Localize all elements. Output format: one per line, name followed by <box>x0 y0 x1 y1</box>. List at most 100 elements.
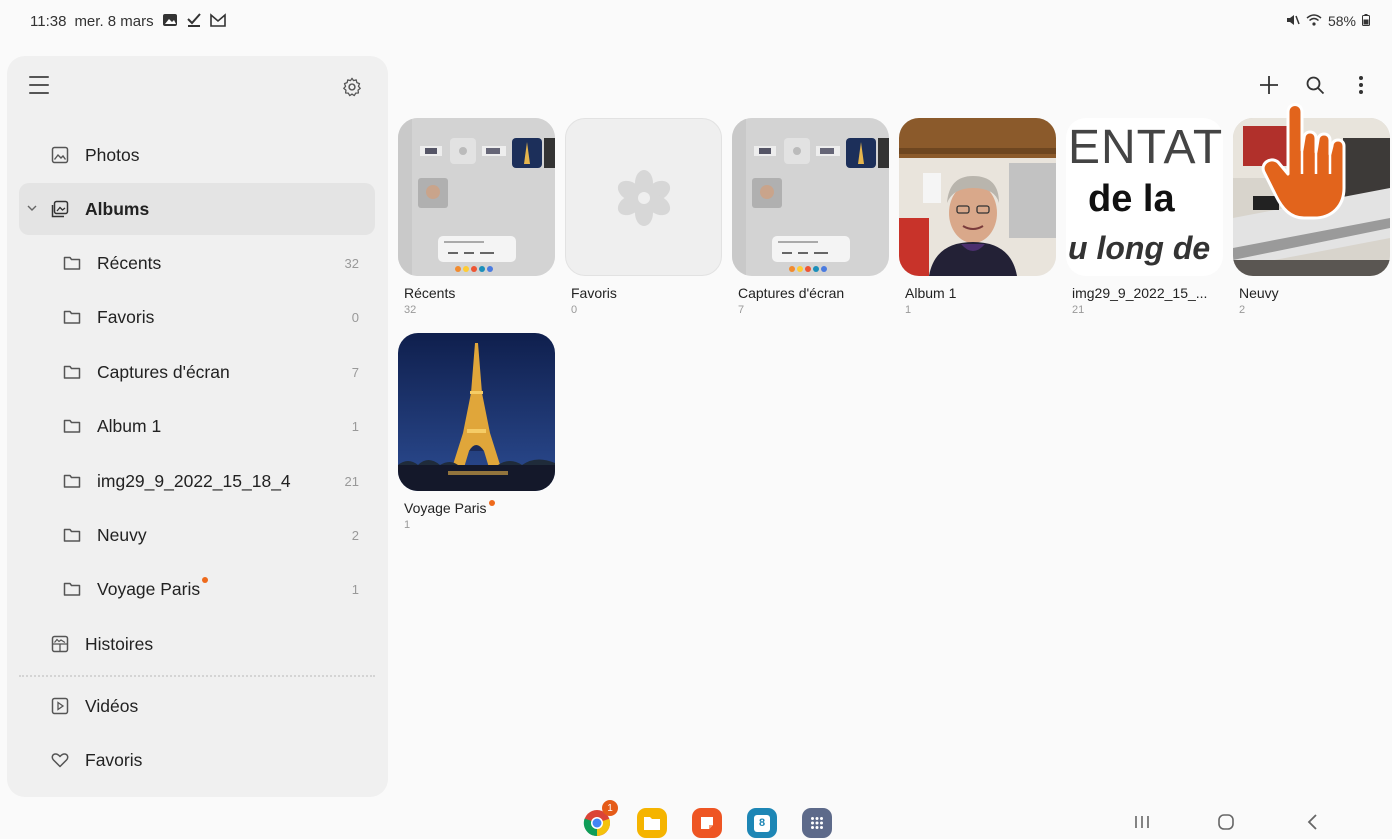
sidebar-item-label: Album 1 <box>97 415 162 436</box>
album-card-img29[interactable]: ENTAT de la u long de img29_9_2022_15_..… <box>1066 118 1224 316</box>
folder-icon <box>61 252 83 274</box>
album-count: 32 <box>404 304 417 316</box>
album-thumbnail[interactable] <box>565 118 722 276</box>
album-name-text: Voyage Paris <box>404 500 487 516</box>
sidebar-divider <box>19 675 375 677</box>
folder-icon <box>61 578 83 600</box>
sidebar-item-recents[interactable]: Récents 32 <box>19 237 375 289</box>
album-count: 2 <box>1239 304 1246 316</box>
sidebar-item-videos[interactable]: Vidéos <box>19 680 375 732</box>
album-thumbnail[interactable] <box>732 118 889 276</box>
sidebar-item-label: Albums <box>85 198 150 219</box>
hamburger-menu-icon[interactable] <box>29 76 49 94</box>
heart-icon <box>49 749 71 771</box>
sidebar-item-label: Favoris <box>85 749 143 770</box>
sidebar-item-albums[interactable]: Albums <box>19 183 375 235</box>
battery-icon <box>1362 13 1370 29</box>
sidebar-item-label: Captures d'écran <box>97 361 230 382</box>
notification-badge: 1 <box>602 800 618 816</box>
folder-icon <box>61 470 83 492</box>
notes-app-icon[interactable] <box>692 808 722 838</box>
sidebar-item-label: Neuvy <box>97 524 147 545</box>
sidebar-item-favoris[interactable]: Favoris 0 <box>19 291 375 343</box>
item-count: 1 <box>351 418 359 434</box>
status-time: 11:38 <box>30 13 67 30</box>
folder-icon <box>61 306 83 328</box>
back-button[interactable] <box>1297 810 1327 834</box>
album-name: Favoris <box>571 285 617 301</box>
plus-icon <box>1260 76 1278 94</box>
album-name: Captures d'écran <box>738 285 845 301</box>
status-date: mer. 8 mars <box>74 13 154 30</box>
wifi-icon <box>1306 13 1322 29</box>
sidebar-item-img29[interactable]: img29_9_2022_15_18_4 21 <box>19 455 375 507</box>
files-app-icon[interactable] <box>637 808 667 838</box>
folder-icon <box>61 361 83 383</box>
calendar-day: 8 <box>754 814 770 832</box>
album-card-voyage-paris[interactable]: Voyage Paris 1 <box>398 333 556 531</box>
item-count: 32 <box>344 255 359 271</box>
sidebar-item-album-1[interactable]: Album 1 1 <box>19 400 375 452</box>
sidebar-item-neuvy[interactable]: Neuvy 2 <box>19 509 375 561</box>
sidebar-item-label: Favoris <box>97 306 155 327</box>
album-thumbnail[interactable] <box>398 118 555 276</box>
sidebar-item-photos[interactable]: Photos <box>19 129 375 181</box>
sidebar-item-histoires[interactable]: Histoires <box>19 618 375 670</box>
calendar-app-icon[interactable]: 8 <box>747 808 777 838</box>
portrait-photo-image <box>899 118 1056 276</box>
sidebar-item-label: img29_9_2022_15_18_4 <box>97 470 291 491</box>
album-thumbnail[interactable]: ENTAT de la u long de <box>1066 118 1223 276</box>
item-count: 1 <box>351 581 359 597</box>
item-count: 0 <box>351 309 359 325</box>
thumbnail-text-line-1: ENTAT <box>1068 121 1223 174</box>
album-card-album-1[interactable]: Album 1 1 <box>899 118 1057 316</box>
mute-icon <box>1286 13 1300 29</box>
screenshot-thumbnail-image <box>398 118 555 276</box>
chevron-down-icon[interactable] <box>27 201 37 215</box>
sidebar-item-label: Voyage Paris <box>97 578 201 599</box>
album-name: Album 1 <box>905 285 957 301</box>
album-count: 21 <box>1072 304 1085 316</box>
folder-icon <box>61 524 83 546</box>
new-indicator-dot <box>488 500 495 506</box>
gallery-notification-icon <box>162 13 178 30</box>
sidebar-item-favoris-main[interactable]: Favoris <box>19 734 375 786</box>
sidebar-item-voyage-paris[interactable]: Voyage Paris 1 <box>19 563 375 615</box>
album-count: 1 <box>404 519 411 531</box>
home-button[interactable] <box>1211 810 1241 834</box>
app-drawer-icon[interactable] <box>802 808 832 838</box>
album-thumbnail[interactable] <box>899 118 1056 276</box>
pointing-hand-icon <box>1258 94 1378 224</box>
recent-apps-button[interactable] <box>1127 810 1157 834</box>
new-indicator-dot <box>202 577 209 583</box>
album-card-captures[interactable]: Captures d'écran 7 <box>732 118 890 316</box>
sidebar-item-captures[interactable]: Captures d'écran 7 <box>19 346 375 398</box>
album-count: 0 <box>571 304 578 316</box>
sidebar-item-label: Histoires <box>85 633 154 654</box>
sidebar: Photos Albums Récents 32 Favoris 0 Captu… <box>7 56 388 797</box>
item-count: 7 <box>351 364 359 380</box>
settings-gear-icon[interactable] <box>341 76 363 98</box>
download-done-icon <box>186 13 202 30</box>
thumbnail-text-line-3: u long de <box>1068 230 1211 266</box>
item-count: 2 <box>351 527 359 543</box>
album-card-recents[interactable]: Récents 32 <box>398 118 556 316</box>
albums-icon <box>49 198 71 220</box>
sidebar-item-label: Photos <box>85 144 140 165</box>
thumbnail-text-line-2: de la <box>1088 178 1175 220</box>
album-thumbnail[interactable] <box>398 333 555 491</box>
album-count: 1 <box>905 304 912 316</box>
item-count: 21 <box>344 473 359 489</box>
album-name: Neuvy <box>1239 285 1279 301</box>
eiffel-tower-photo-image <box>398 333 555 491</box>
album-name: Voyage Paris <box>404 500 556 516</box>
video-icon <box>49 695 71 717</box>
album-card-favoris[interactable]: Favoris 0 <box>565 118 723 316</box>
folder-icon <box>61 415 83 437</box>
album-name: img29_9_2022_15_... <box>1072 285 1208 301</box>
flower-placeholder-icon <box>617 170 671 226</box>
gmail-icon <box>209 13 226 30</box>
album-name: Récents <box>404 285 456 301</box>
stories-icon <box>49 633 71 655</box>
status-bar: 11:38 mer. 8 mars 58% <box>0 0 1392 44</box>
